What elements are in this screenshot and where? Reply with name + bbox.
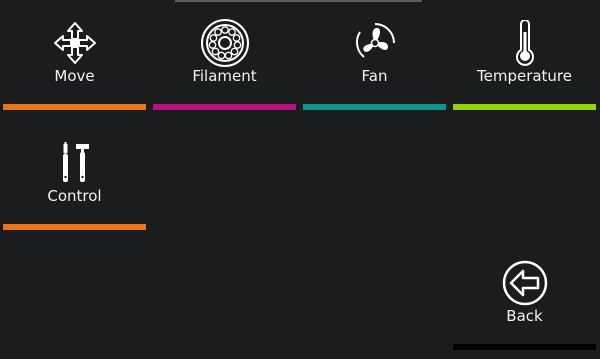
back-accent-bar (453, 344, 596, 350)
move-accent-bar (3, 104, 146, 110)
filament-label: Filament (192, 67, 257, 85)
move-label: Move (54, 67, 95, 85)
move-button[interactable]: Move (3, 0, 146, 113)
temperature-accent-bar (453, 104, 596, 110)
move-arrows-icon (3, 17, 146, 69)
menu-screen: Move Filament Fan Temperature Control Ba… (0, 0, 600, 359)
control-button[interactable]: Control (3, 120, 146, 233)
tools-icon (3, 137, 146, 189)
back-label: Back (506, 307, 543, 325)
temperature-button[interactable]: Temperature (453, 0, 596, 113)
fan-icon (303, 17, 446, 69)
fan-button[interactable]: Fan (303, 0, 446, 113)
filament-accent-bar (153, 104, 296, 110)
back-button[interactable]: Back (453, 240, 596, 353)
thermometer-icon (453, 17, 596, 69)
fan-accent-bar (303, 104, 446, 110)
control-accent-bar (3, 224, 146, 230)
back-arrow-icon (453, 257, 596, 309)
control-label: Control (47, 187, 102, 205)
fan-label: Fan (361, 67, 388, 85)
temperature-label: Temperature (476, 67, 573, 85)
filament-button[interactable]: Filament (153, 0, 296, 113)
filament-spool-icon (153, 17, 296, 69)
